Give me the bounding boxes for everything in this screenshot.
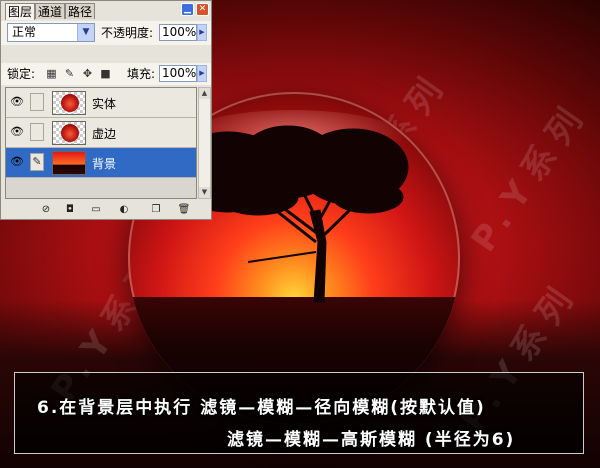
scroll-down-icon[interactable]: ▼ [199, 187, 210, 198]
tab-layers[interactable]: 图层 [5, 3, 35, 20]
tab-channels[interactable]: 通道 [35, 3, 65, 19]
lock-label: 锁定: [7, 67, 36, 81]
watermark-text: P.Y系列 [463, 93, 597, 260]
fill-label: 填充: [127, 67, 156, 81]
blend-mode-value: 正常 [12, 25, 37, 39]
caption-line-1: 6.在背景层中执行 滤镜—模糊—径向模糊(按默认值) [37, 398, 486, 418]
caption-line-2: 滤镜—模糊—高斯模糊 (半径为6) [227, 430, 516, 450]
link-layers-icon[interactable]: ⊘ [39, 204, 53, 216]
chevron-down-icon[interactable]: ▼ [77, 24, 94, 41]
trash-icon[interactable]: 🗑 [177, 204, 191, 216]
eye-icon[interactable]: 👁 [10, 156, 24, 168]
add-mask-icon[interactable]: ◘ [63, 204, 77, 216]
layer-name: 虚边 [92, 127, 117, 141]
lock-brush-icon[interactable]: ✎ [63, 67, 76, 80]
fill-field[interactable]: 100% [159, 65, 197, 82]
layers-list: 👁 实体 👁 虚边 👁 ✎ 背景 [5, 87, 197, 199]
close-icon[interactable]: ✕ [196, 3, 209, 16]
instruction-caption: 6.在背景层中执行 滤镜—模糊—径向模糊(按默认值) 滤镜—模糊—高斯模糊 (半… [14, 372, 584, 454]
eye-icon[interactable]: 👁 [10, 126, 24, 138]
layer-thumbnail [52, 151, 86, 175]
tab-paths[interactable]: 路径 [65, 3, 95, 19]
opacity-arrow-icon[interactable]: ▶ [197, 24, 207, 41]
brush-icon[interactable]: ✎ [30, 153, 44, 171]
lock-all-icon[interactable]: ■ [99, 67, 112, 80]
fill-arrow-icon[interactable]: ▶ [197, 65, 207, 82]
opacity-field[interactable]: 100% [159, 24, 197, 41]
eye-icon[interactable]: 👁 [10, 96, 24, 108]
minimize-icon[interactable]: ▁ [181, 3, 194, 16]
opacity-label: 不透明度: [101, 26, 154, 40]
blend-mode-select[interactable]: 正常 ▼ [7, 23, 95, 42]
lock-transparency-icon[interactable]: ▦ [45, 67, 58, 80]
layer-thumbnail [52, 91, 86, 115]
new-layer-icon[interactable]: ❐ [149, 204, 163, 216]
layer-row-background[interactable]: 👁 ✎ 背景 [6, 148, 196, 178]
layers-palette: 图层 通道 路径 ▁ ✕ 正常 ▼ 不透明度: 100% ▶ 锁定: ▦ ✎ ✥… [0, 0, 212, 220]
new-group-icon[interactable]: ▭ [89, 204, 103, 216]
layers-scrollbar[interactable]: ▲ ▼ [198, 87, 211, 199]
layer-name: 背景 [92, 157, 117, 171]
scroll-up-icon[interactable]: ▲ [199, 88, 210, 99]
layer-row-edge[interactable]: 👁 虚边 [6, 118, 196, 148]
layer-name: 实体 [92, 97, 117, 111]
link-box[interactable] [30, 123, 44, 141]
layer-thumbnail [52, 121, 86, 145]
lock-move-icon[interactable]: ✥ [81, 67, 94, 80]
layer-row-solid[interactable]: 👁 实体 [6, 88, 196, 118]
adjustment-layer-icon[interactable]: ◐ [117, 204, 131, 216]
link-box[interactable] [30, 93, 44, 111]
